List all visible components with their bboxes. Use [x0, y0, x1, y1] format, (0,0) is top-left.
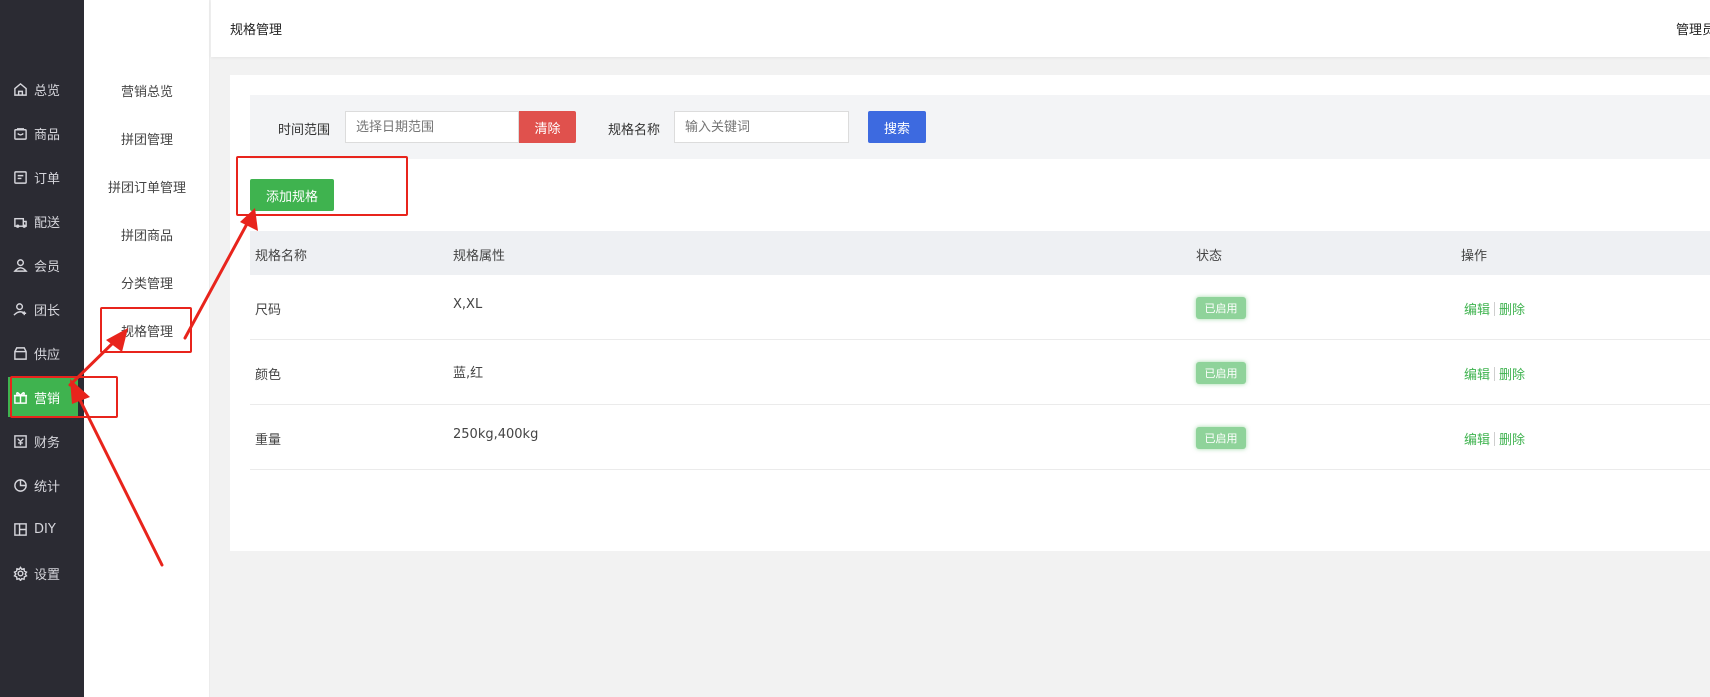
main-card: 时间范围 清除 规格名称 搜索 添加规格 规格名称 规格属性 状态 操作 尺码 …: [230, 75, 1710, 551]
edit-link[interactable]: 编辑: [1464, 299, 1490, 318]
delete-link[interactable]: 删除: [1499, 299, 1525, 318]
column-header: 规格名称: [255, 249, 308, 264]
gift-icon: [12, 389, 28, 405]
column-header: 操作: [1461, 249, 1488, 264]
top-header: 规格管理 管理员: [211, 0, 1710, 57]
table-row: 重量 250kg,400kg 已启用 编辑 删除: [250, 405, 1710, 470]
sidebar-item-label: DIY: [34, 521, 56, 537]
member-icon: [12, 257, 28, 273]
status-badge: 已启用: [1196, 427, 1246, 449]
edit-link[interactable]: 编辑: [1464, 364, 1490, 383]
sidebar-item-settings[interactable]: 设置: [0, 553, 84, 593]
submenu-item-marketing-overview[interactable]: 营销总览: [84, 70, 210, 110]
sidebar-item-label: 配送: [34, 215, 61, 231]
sidebar-item-delivery[interactable]: 配送: [0, 201, 84, 241]
table-row: 颜色 蓝,红 已启用 编辑 删除: [250, 340, 1710, 405]
row-actions: 编辑 删除: [1464, 429, 1525, 448]
sidebar-item-label: 总览: [34, 83, 61, 99]
submenu-item-categories[interactable]: 分类管理: [84, 262, 210, 302]
delete-link[interactable]: 删除: [1499, 364, 1525, 383]
table-row: 尺码 X,XL 已启用 编辑 删除: [250, 275, 1710, 340]
sidebar-item-label: 营销: [34, 391, 61, 407]
layout-icon: [12, 521, 28, 537]
submenu-item-group-goods[interactable]: 拼团商品: [84, 214, 210, 254]
user-menu[interactable]: 管理员: [1676, 19, 1710, 38]
order-icon: [12, 169, 28, 185]
sidebar-item-leader[interactable]: 团长: [0, 289, 84, 329]
page-title: 规格管理: [230, 23, 283, 38]
divider: [1494, 366, 1496, 381]
filter-bar: 时间范围 清除 规格名称 搜索: [250, 95, 1710, 159]
sidebar-item-diy[interactable]: DIY: [0, 509, 84, 549]
row-actions: 编辑 删除: [1464, 364, 1525, 383]
submenu-item-group-orders[interactable]: 拼团订单管理: [84, 166, 210, 206]
sidebar-item-overview[interactable]: 总览: [0, 69, 84, 109]
sidebar-item-marketing[interactable]: 营销: [8, 377, 78, 417]
date-range-input[interactable]: [345, 111, 519, 143]
time-range-label: 时间范围: [278, 123, 331, 138]
clear-button[interactable]: 清除: [519, 111, 576, 143]
row-actions: 编辑 删除: [1464, 299, 1525, 318]
column-header: 状态: [1196, 249, 1223, 264]
spec-attrs-cell: 蓝,红: [453, 366, 484, 381]
sidebar-item-label: 设置: [34, 567, 61, 583]
status-badge: 已启用: [1196, 362, 1246, 384]
spec-name-cell: 颜色: [255, 368, 282, 383]
table-header: 规格名称 规格属性 状态 操作: [250, 231, 1710, 275]
sidebar-item-label: 会员: [34, 259, 61, 275]
main-sidebar: 总览 商品 订单 配送 会员 团长 供应 营销 财务 统计 DIY 设置: [0, 0, 84, 697]
sidebar-item-finance[interactable]: 财务: [0, 421, 84, 461]
sidebar-item-label: 财务: [34, 435, 61, 451]
finance-icon: [12, 433, 28, 449]
marketing-submenu: 营销总览 拼团管理 拼团订单管理 拼团商品 分类管理 规格管理: [84, 0, 210, 697]
sidebar-item-label: 统计: [34, 479, 61, 495]
spec-name-cell: 重量: [255, 433, 282, 448]
leader-icon: [12, 301, 28, 317]
keyword-input[interactable]: [674, 111, 849, 143]
pie-chart-icon: [12, 477, 28, 493]
sidebar-item-label: 订单: [34, 171, 61, 187]
sidebar-item-label: 团长: [34, 303, 61, 319]
goods-icon: [12, 125, 28, 141]
home-icon: [12, 81, 28, 97]
supply-icon: [12, 345, 28, 361]
divider: [1494, 431, 1496, 446]
spec-table: 规格名称 规格属性 状态 操作 尺码 X,XL 已启用 编辑 删除 颜色 蓝,红…: [250, 231, 1710, 470]
divider: [1494, 301, 1496, 316]
sidebar-item-goods[interactable]: 商品: [0, 113, 84, 153]
submenu-item-specs[interactable]: 规格管理: [84, 310, 210, 350]
edit-link[interactable]: 编辑: [1464, 429, 1490, 448]
delivery-icon: [12, 213, 28, 229]
sidebar-item-orders[interactable]: 订单: [0, 157, 84, 197]
spec-name-cell: 尺码: [255, 303, 282, 318]
gear-icon: [12, 565, 28, 581]
submenu-item-group-buy[interactable]: 拼团管理: [84, 118, 210, 158]
column-header: 规格属性: [453, 249, 506, 264]
delete-link[interactable]: 删除: [1499, 429, 1525, 448]
add-spec-button[interactable]: 添加规格: [250, 179, 334, 211]
sidebar-item-label: 供应: [34, 347, 61, 363]
spec-name-label: 规格名称: [608, 123, 661, 138]
sidebar-item-members[interactable]: 会员: [0, 245, 84, 285]
sidebar-item-statistics[interactable]: 统计: [0, 465, 84, 505]
search-button[interactable]: 搜索: [868, 111, 926, 143]
sidebar-item-label: 商品: [34, 127, 61, 143]
spec-attrs-cell: 250kg,400kg: [453, 427, 539, 442]
spec-attrs-cell: X,XL: [453, 297, 483, 312]
sidebar-item-supply[interactable]: 供应: [0, 333, 84, 373]
status-badge: 已启用: [1196, 297, 1246, 319]
